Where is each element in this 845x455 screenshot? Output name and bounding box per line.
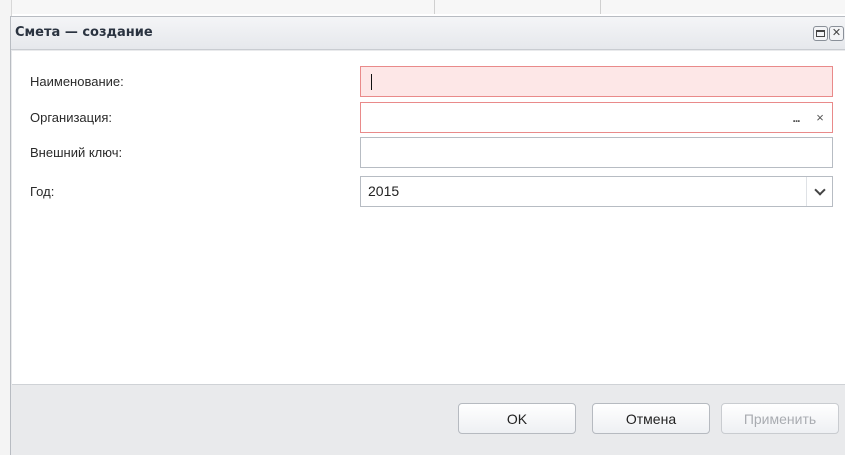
- name-field[interactable]: [360, 66, 833, 97]
- external-key-label: Внешний ключ:: [30, 145, 123, 160]
- year-label: Год:: [30, 184, 55, 199]
- dialog-titlebar[interactable]: Смета — создание ✕: [11, 17, 845, 50]
- organization-label: Организация:: [30, 110, 113, 125]
- cancel-button[interactable]: Отмена: [592, 403, 710, 434]
- maximize-icon[interactable]: [813, 26, 828, 41]
- lookup-ellipsis-icon[interactable]: ...: [784, 103, 808, 132]
- external-key-field[interactable]: [360, 137, 833, 168]
- year-select[interactable]: 2015: [360, 176, 833, 207]
- dialog-title: Смета — создание: [15, 25, 153, 40]
- chevron-down-icon[interactable]: [806, 177, 832, 206]
- form-panel: Наименование: Организация: ... × Внешний…: [12, 51, 845, 385]
- background-divider: [434, 0, 435, 14]
- year-value: 2015: [368, 183, 400, 199]
- clear-icon[interactable]: ×: [808, 103, 832, 132]
- close-icon[interactable]: ✕: [829, 26, 844, 41]
- text-caret: [371, 74, 372, 91]
- organization-field[interactable]: ... ×: [360, 102, 833, 133]
- background-divider: [600, 0, 601, 14]
- ok-button[interactable]: OK: [458, 403, 576, 434]
- dialog-window: Смета — создание ✕ Наименование: Организ…: [10, 16, 845, 455]
- background-toolbar: [0, 0, 845, 14]
- name-label: Наименование:: [30, 74, 124, 89]
- dialog-footer: OK Отмена Применить: [12, 386, 845, 455]
- apply-button[interactable]: Применить: [721, 403, 839, 434]
